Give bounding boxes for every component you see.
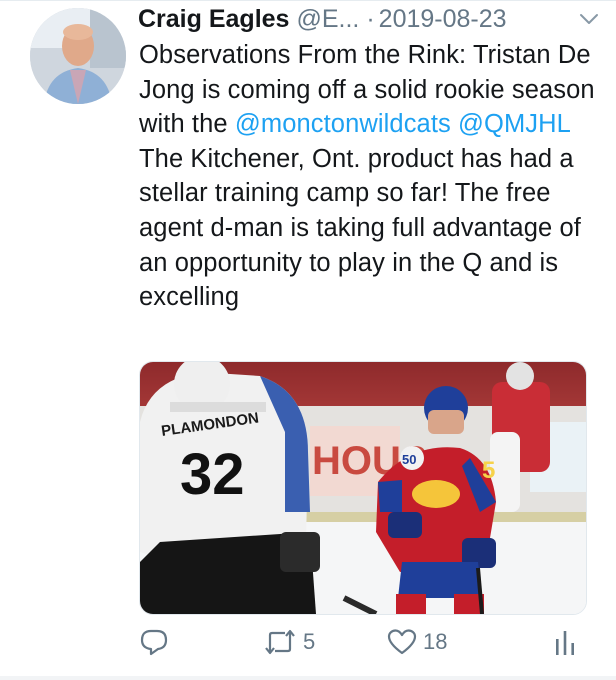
mention-qmjhl[interactable]: @QMJHL — [458, 110, 570, 138]
retweet-count: 5 — [303, 629, 316, 654]
tweet-actions: 5 18 — [139, 622, 599, 662]
bottom-divider — [0, 676, 616, 680]
jersey-patch: 50 — [402, 452, 416, 467]
retweet-button[interactable]: 5 — [263, 622, 315, 662]
tweet-header: Craig Eagles @E... · 2019-08-23 — [138, 2, 608, 36]
reply-icon — [139, 627, 169, 657]
jersey-number-right: 5 — [482, 457, 495, 484]
analytics-button[interactable] — [553, 622, 577, 662]
header-separator: · — [366, 4, 375, 33]
heart-icon — [387, 628, 417, 656]
avatar[interactable] — [30, 8, 126, 104]
jersey-number-left: 32 — [180, 442, 245, 507]
like-count: 18 — [423, 629, 448, 654]
text-space — [451, 110, 458, 138]
author-handle[interactable]: @E... — [296, 5, 359, 34]
retweet-icon — [263, 628, 297, 656]
top-divider — [0, 0, 616, 1]
tweet-photo[interactable]: HOUS PLAMONDON 32 50 5 — [139, 361, 587, 615]
like-button[interactable]: 18 — [387, 622, 447, 662]
avatar-image — [30, 8, 126, 104]
tweet-date[interactable]: 2019-08-23 — [379, 5, 507, 34]
analytics-icon — [553, 627, 577, 657]
tweet-text: Observations From the Rink: Tristan De J… — [139, 38, 599, 315]
mention-monctonwildcats[interactable]: @monctonwildcats — [235, 110, 451, 138]
tweet-text-part2: The Kitchener, Ont. product has had a st… — [139, 144, 581, 312]
author-name[interactable]: Craig Eagles — [138, 5, 289, 34]
reply-button[interactable] — [139, 622, 175, 662]
hockey-photo: HOUS PLAMONDON 32 50 5 — [140, 362, 586, 614]
chevron-down-icon[interactable] — [578, 8, 600, 30]
